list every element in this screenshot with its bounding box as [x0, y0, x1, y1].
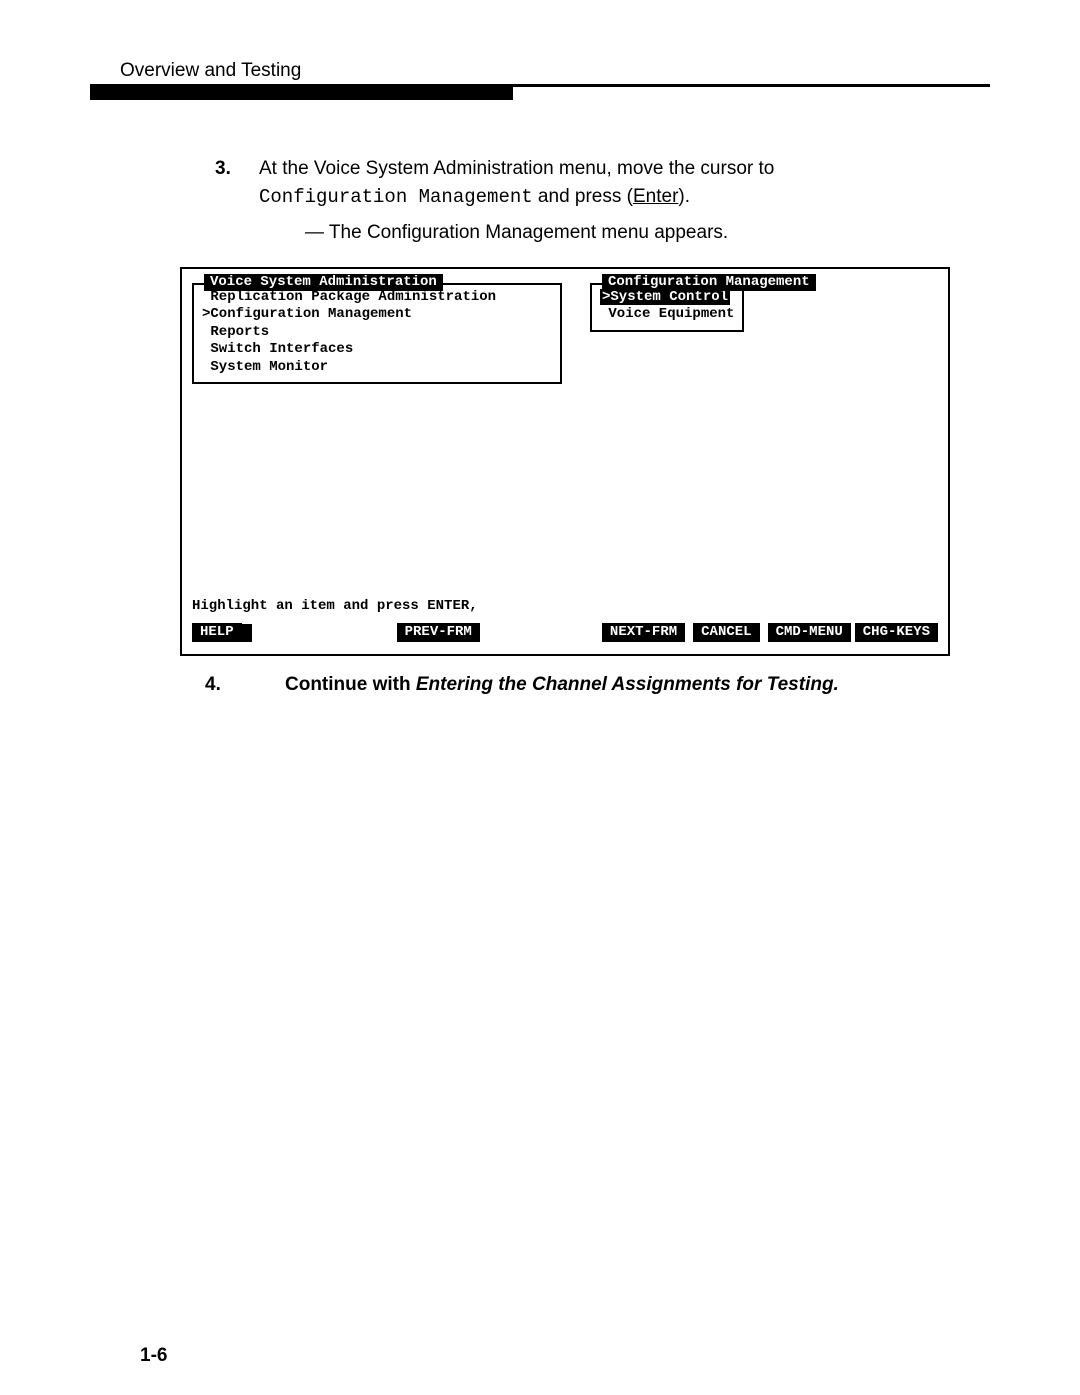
fkey-blank-slot — [242, 624, 252, 642]
terminal-screenshot: Voice System Administration Replication … — [180, 267, 950, 656]
fkey-next-frm[interactable]: NEXT-FRM — [602, 623, 685, 643]
header-black-bar — [90, 86, 513, 100]
fkey-cmd-menu[interactable]: CMD-MENU — [768, 623, 851, 643]
menu-item-switch-interfaces[interactable]: Switch Interfaces — [202, 341, 552, 359]
fkey-row: HELP PREV-FRM NEXT-FRM CANCEL CMD-MENU C… — [192, 622, 938, 644]
menu-item-voice-equipment[interactable]: Voice Equipment — [600, 306, 734, 324]
enter-key: Enter — [633, 186, 678, 207]
step-4-emph: Entering the Channel Assignments for Tes… — [416, 674, 839, 695]
fkey-cancel[interactable]: CANCEL — [693, 623, 759, 643]
config-management-window: Configuration Management >System Control… — [590, 283, 744, 332]
step-4-lead: Continue with — [285, 674, 416, 695]
config-management-title: Configuration Management — [602, 274, 816, 292]
menu-item-system-control[interactable]: >System Control — [600, 289, 734, 307]
fkey-chg-keys[interactable]: CHG-KEYS — [855, 623, 938, 643]
step-3-sub: — The Configuration Management menu appe… — [215, 219, 990, 247]
menu-item-reports[interactable]: Reports — [202, 324, 552, 342]
terminal-prompt: Highlight an item and press ENTER, — [192, 598, 938, 616]
step-3: 3. At the Voice System Administration me… — [90, 155, 990, 247]
fkey-prev-frm[interactable]: PREV-FRM — [397, 623, 480, 643]
menu-item-system-monitor[interactable]: System Monitor — [202, 359, 552, 377]
step-3-text: At the Voice System Administration menu,… — [259, 155, 774, 211]
voice-system-admin-window: Voice System Administration Replication … — [192, 283, 562, 385]
voice-system-admin-title: Voice System Administration — [204, 274, 443, 292]
menu-item-replication[interactable]: Replication Package Administration — [202, 289, 552, 307]
fkey-help[interactable]: HELP — [192, 623, 242, 643]
menu-item-config-mgmt[interactable]: >Configuration Management — [202, 306, 552, 324]
page-number: 1-6 — [140, 1345, 167, 1367]
step-4-text: Continue with Entering the Channel Assig… — [285, 674, 839, 696]
step-3-line2b: and press ( — [533, 186, 633, 207]
step-3-mono: Configuration Management — [259, 186, 533, 208]
step-3-number: 3. — [215, 155, 237, 183]
step-3-line2c: ). — [678, 186, 690, 207]
step-3-line1: At the Voice System Administration menu,… — [259, 158, 774, 179]
running-head: Overview and Testing — [90, 60, 990, 82]
step-4: 4. Continue with Entering the Channel As… — [90, 674, 990, 696]
step-4-number: 4. — [205, 674, 227, 696]
